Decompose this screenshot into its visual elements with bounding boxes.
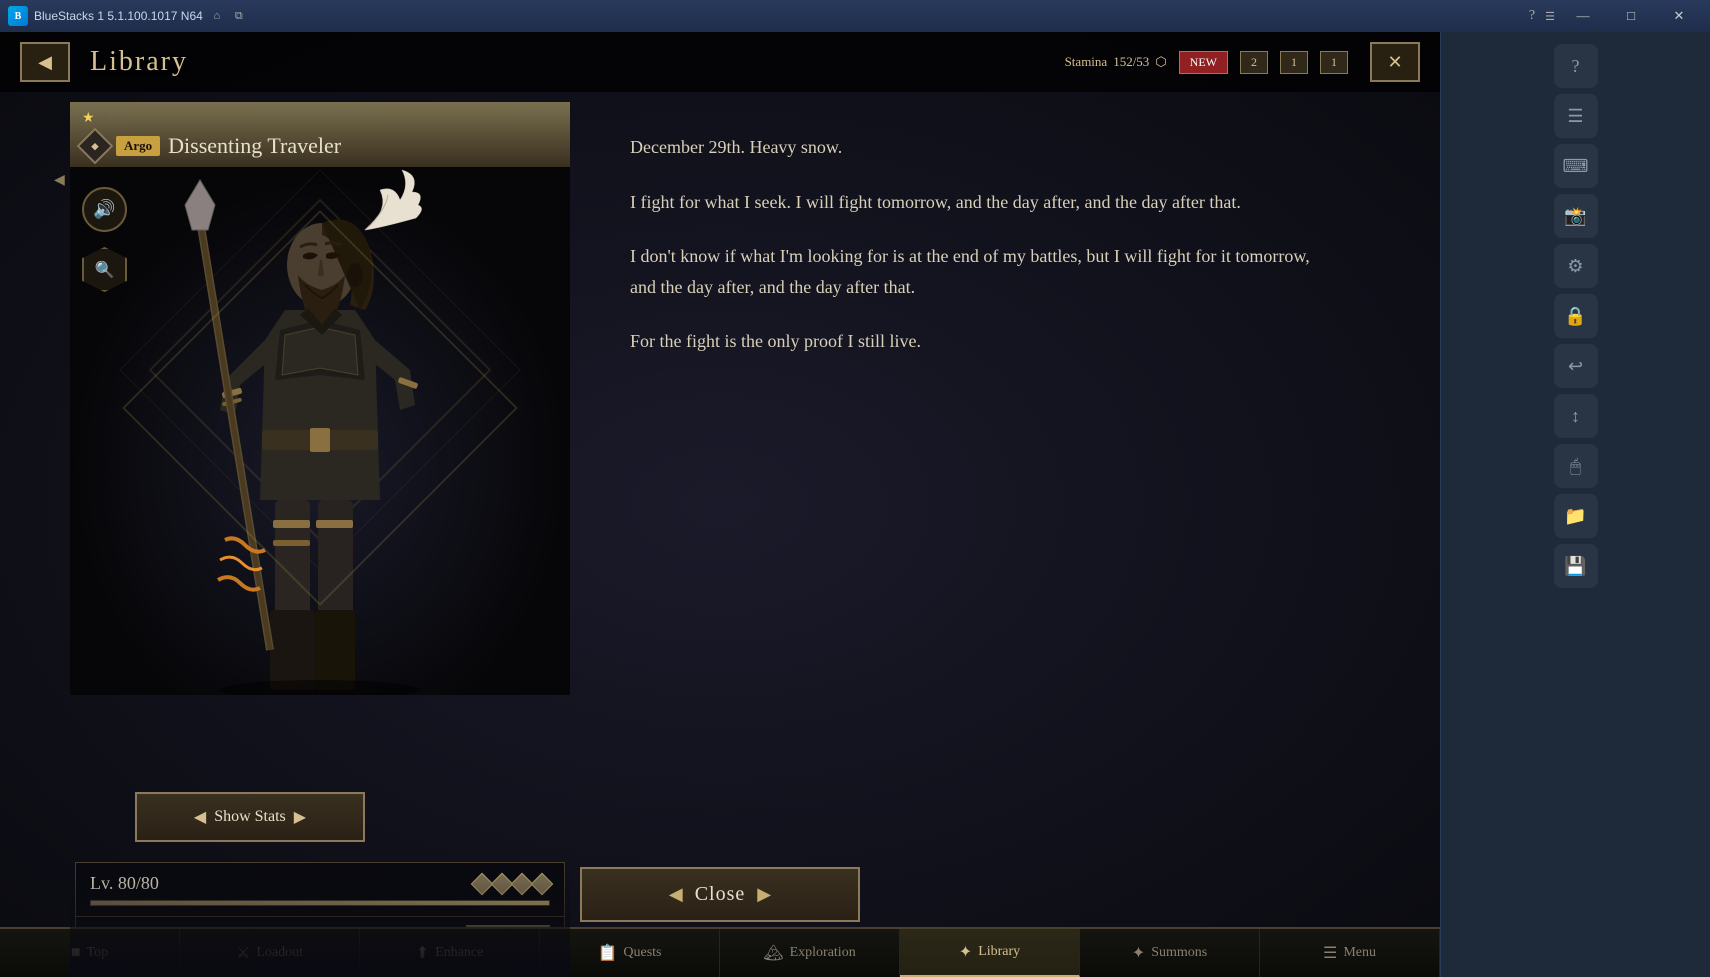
char-header-info: ★ ☆ ☆ ◆ Argo Dissenting Traveler xyxy=(82,110,341,159)
char-header-bottom: ◆ Argo Dissenting Traveler xyxy=(82,133,341,159)
lore-paragraph-4: For the fight is the only proof I still … xyxy=(630,326,1330,357)
sidebar-btn-3[interactable]: ⌨ xyxy=(1554,144,1598,188)
copy-icon[interactable]: ⧉ xyxy=(231,8,247,24)
summons-nav-icon: ✦ xyxy=(1132,943,1145,963)
menu-nav-label: Menu xyxy=(1343,945,1376,961)
stats-arrow-left: ◀ xyxy=(194,807,206,827)
sidebar-btn-2[interactable]: ☰ xyxy=(1554,94,1598,138)
right-sidebar: ? ☰ ⌨ 📸 ⚙ 🔒 ↩ ↕ 🖱 📁 💾 xyxy=(1440,32,1710,977)
star-1: ★ xyxy=(82,110,95,127)
game-area: ◀ Library Stamina 152/53 ⬡ NEW 2 1 1 ✕ ★… xyxy=(0,32,1440,977)
close-arrow-right-icon: ▶ xyxy=(757,884,771,905)
close-main-button[interactable]: ◀ Close ▶ xyxy=(580,867,860,922)
menu-icon-tb[interactable]: ☰ xyxy=(1542,8,1558,24)
exploration-nav-icon: 🏔 xyxy=(763,943,783,963)
star-3: ☆ xyxy=(115,110,128,127)
top-bar: ◀ Library Stamina 152/53 ⬡ NEW 2 1 1 ✕ xyxy=(0,32,1440,92)
top-bar-right: Stamina 152/53 ⬡ NEW 2 1 1 ✕ xyxy=(1065,42,1420,82)
stats-arrow-right: ▶ xyxy=(294,807,306,827)
stamina-icon: ⬡ xyxy=(1155,54,1166,70)
nav-item-summons[interactable]: ✦ Summons xyxy=(1080,929,1260,977)
sidebar-btn-8[interactable]: ↕ xyxy=(1554,394,1598,438)
show-stats-label: Show Stats xyxy=(214,808,286,826)
char-name: Dissenting Traveler xyxy=(168,133,341,159)
star-2: ☆ xyxy=(99,110,112,127)
title-bar-left: B BlueStacks 1 5.1.100.1017 N64 ⌂ ⧉ xyxy=(8,6,247,26)
faction-label: Argo xyxy=(116,136,160,156)
nav-item-exploration[interactable]: 🏔 Exploration xyxy=(720,929,900,977)
home-icon[interactable]: ⌂ xyxy=(209,8,225,24)
sidebar-btn-6[interactable]: 🔒 xyxy=(1554,294,1598,338)
sidebar-btn-5[interactable]: ⚙ xyxy=(1554,244,1598,288)
sidebar-btn-9[interactable]: 🖱 xyxy=(1554,444,1598,488)
lore-paragraph-3: I don't know if what I'm looking for is … xyxy=(630,241,1330,302)
stars-row: ★ ☆ ☆ xyxy=(82,110,341,127)
library-nav-icon: ✦ xyxy=(959,942,972,962)
char-figure-container xyxy=(70,120,570,695)
faction-diamond: ◆ xyxy=(77,128,114,165)
stamina-bar: Stamina 152/53 ⬡ xyxy=(1065,54,1167,70)
maximize-button[interactable]: □ xyxy=(1608,0,1654,32)
badge-1b[interactable]: 1 xyxy=(1320,51,1348,74)
collapse-arrow[interactable]: ◀ xyxy=(54,172,65,189)
char-header-container: ★ ☆ ☆ ◆ Argo Dissenting Traveler xyxy=(70,102,570,167)
sound-icon: 🔊 xyxy=(93,199,115,220)
library-nav-label: Library xyxy=(978,944,1020,960)
back-arrow-icon: ◀ xyxy=(38,52,52,73)
quests-nav-icon: 📋 xyxy=(597,943,617,963)
help-icon[interactable]: ? xyxy=(1524,8,1540,24)
stamina-label: Stamina xyxy=(1065,54,1108,70)
library-title: Library xyxy=(90,46,188,78)
back-button[interactable]: ◀ xyxy=(20,42,70,82)
faction-diamond-inner: ◆ xyxy=(92,140,99,151)
stamina-value: 152/53 xyxy=(1113,54,1149,70)
char-fade xyxy=(70,857,570,977)
badge-1a[interactable]: 1 xyxy=(1280,51,1308,74)
quests-nav-label: Quests xyxy=(623,945,661,961)
exploration-nav-label: Exploration xyxy=(790,945,856,961)
show-stats-button[interactable]: ◀ Show Stats ▶ xyxy=(135,792,365,842)
bluestacks-logo: B xyxy=(8,6,28,26)
close-arrow-left-icon: ◀ xyxy=(669,884,683,905)
sidebar-btn-4[interactable]: 📸 xyxy=(1554,194,1598,238)
new-badge[interactable]: NEW xyxy=(1179,51,1228,74)
badge-2[interactable]: 2 xyxy=(1240,51,1268,74)
lore-paragraph-1: December 29th. Heavy snow. xyxy=(630,132,1330,163)
title-bar-text: BlueStacks 1 5.1.100.1017 N64 xyxy=(34,9,203,23)
minimize-button[interactable]: — xyxy=(1560,0,1606,32)
lore-panel: December 29th. Heavy snow. I fight for w… xyxy=(590,102,1370,602)
sound-button[interactable]: 🔊 xyxy=(82,187,127,232)
close-x-button[interactable]: ✕ xyxy=(1370,42,1420,82)
close-button-label: Close xyxy=(695,883,746,906)
sidebar-btn-10[interactable]: 📁 xyxy=(1554,494,1598,538)
title-bar-controls: ? ☰ — □ ✕ xyxy=(1524,0,1702,32)
nav-item-library[interactable]: ✦ Library xyxy=(900,929,1080,977)
sidebar-btn-1[interactable]: ? xyxy=(1554,44,1598,88)
search-icon: 🔍 xyxy=(95,260,115,280)
nav-item-menu[interactable]: ☰ Menu xyxy=(1260,929,1440,977)
char-header: ★ ☆ ☆ ◆ Argo Dissenting Traveler xyxy=(70,102,570,167)
summons-nav-label: Summons xyxy=(1151,945,1207,961)
close-button[interactable]: ✕ xyxy=(1656,0,1702,32)
menu-nav-icon: ☰ xyxy=(1323,943,1337,963)
lore-paragraph-2: I fight for what I seek. I will fight to… xyxy=(630,187,1330,218)
sidebar-btn-11[interactable]: 💾 xyxy=(1554,544,1598,588)
title-bar: B BlueStacks 1 5.1.100.1017 N64 ⌂ ⧉ ? ☰ … xyxy=(0,0,1710,32)
sidebar-btn-7[interactable]: ↩ xyxy=(1554,344,1598,388)
lore-text: December 29th. Heavy snow. I fight for w… xyxy=(630,132,1330,357)
